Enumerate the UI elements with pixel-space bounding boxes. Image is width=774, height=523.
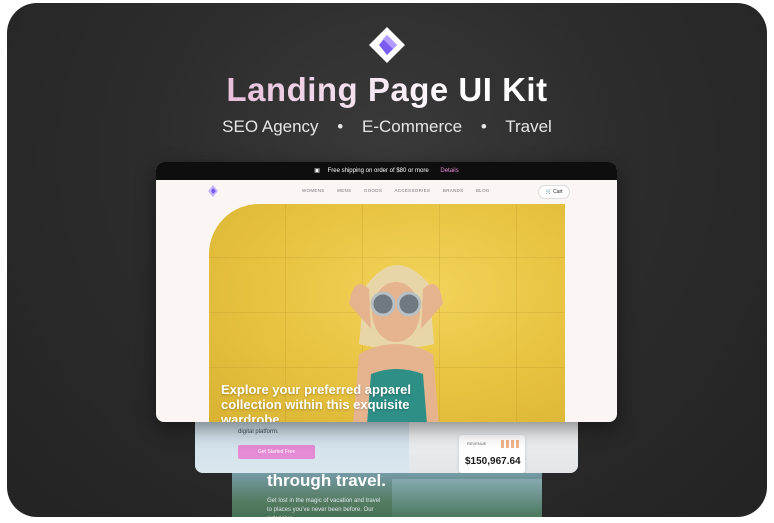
- seo-body-text: digital platform.: [238, 429, 279, 435]
- mini-bar-chart-icon: [501, 440, 519, 448]
- travel-body-text: Get lost in the magic of vacation and tr…: [267, 498, 381, 517]
- cart-label: Cart: [553, 189, 563, 195]
- nav-item-mens[interactable]: MENS: [337, 188, 351, 193]
- tag-e-commerce: E-Commerce: [361, 117, 463, 136]
- separator-dot: •: [337, 117, 344, 136]
- hero-headline: Explore your preferred apparel collectio…: [221, 382, 412, 422]
- revenue-label: REVENUE: [467, 441, 487, 446]
- ecommerce-mockup: ▣ Free shipping on order of $80 or more …: [156, 162, 617, 422]
- nav-item-accessories[interactable]: ACCESSORIES: [394, 188, 430, 193]
- hero-image: Explore your preferred apparel collectio…: [209, 204, 565, 422]
- page-title: Landing Page UI Kit: [7, 71, 767, 109]
- seo-hero-panel: [195, 413, 409, 473]
- nav-item-womens[interactable]: WOMENS: [302, 188, 325, 193]
- tag-seo-agency: SEO Agency: [222, 117, 319, 136]
- store-logo-icon[interactable]: [208, 185, 218, 197]
- tag-list: SEO Agency • E-Commerce • Travel: [7, 117, 767, 137]
- nav-item-goods[interactable]: GOODS: [364, 188, 382, 193]
- seo-agency-mockup: digital platform. Get Started Free REVEN…: [195, 413, 578, 473]
- showcase-frame: Landing Page UI Kit SEO Agency • E-Comme…: [7, 3, 767, 517]
- promo-bar: ▣ Free shipping on order of $80 or more …: [156, 162, 617, 180]
- nav-links: WOMENS MENS GOODS ACCESSORIES BRANDS BLO…: [302, 188, 501, 193]
- nav-item-brands[interactable]: BRANDS: [443, 188, 464, 193]
- cart-icon: 🛒: [545, 189, 552, 195]
- nav-item-blog[interactable]: BLOG: [476, 188, 490, 193]
- revenue-value: $150,967.64: [465, 456, 521, 467]
- revenue-card: REVENUE $150,967.64: [459, 435, 525, 473]
- tag-travel: Travel: [505, 117, 552, 136]
- kit-logo-icon: [369, 27, 405, 63]
- details-link[interactable]: Details: [440, 168, 458, 174]
- travel-heading: through travel.: [267, 471, 387, 490]
- island-image: [392, 479, 542, 517]
- promo-text: Free shipping on order of $80 or more: [327, 168, 429, 174]
- get-started-button[interactable]: Get Started Free: [238, 445, 315, 459]
- separator-dot: •: [480, 117, 487, 136]
- navbar: WOMENS MENS GOODS ACCESSORIES BRANDS BLO…: [156, 180, 617, 204]
- truck-icon: ▣: [314, 168, 320, 174]
- cart-button[interactable]: 🛒 Cart: [538, 185, 570, 199]
